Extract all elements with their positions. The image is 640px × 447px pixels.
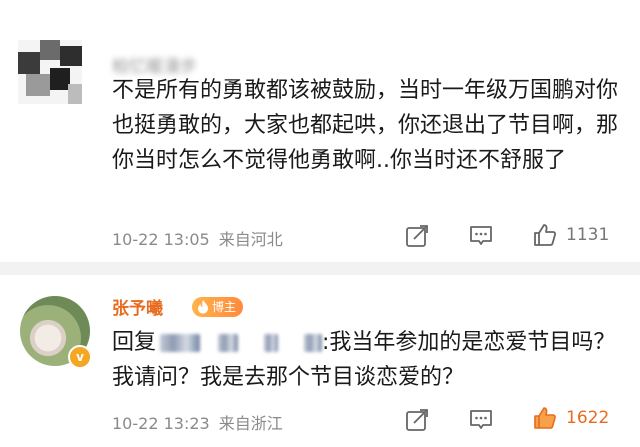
location: 来自河北 (218, 230, 283, 249)
badge-label: 博主 (212, 300, 237, 314)
timestamp: 10-22 13:05 (112, 230, 210, 249)
verified-v-icon: v (68, 345, 92, 369)
comment-icon (470, 410, 492, 429)
comment-item: 柏忆暖漫步 不是所有的勇敢都该被鼓励，当时一年级万国鹏对你也挺勇敢的，大家也都起… (0, 0, 640, 262)
flame-icon (198, 300, 208, 314)
redacted-username (304, 334, 323, 352)
like-button[interactable]: 1622 (532, 405, 609, 431)
comment-text: 回复:我当年参加的是恋爱节目吗？我请问？我是去那个节目谈恋爱的？ (112, 325, 622, 395)
divider (0, 262, 640, 275)
blogger-badge: 博主 (192, 297, 244, 317)
comment-meta: 10-22 13:05 来自河北 (112, 226, 283, 250)
comment-icon (470, 226, 492, 245)
like-count: 1131 (566, 225, 610, 245)
share-button[interactable] (404, 223, 430, 249)
location: 来自浙江 (218, 414, 283, 433)
avatar[interactable] (18, 40, 82, 104)
redacted-username (218, 334, 239, 352)
like-icon (534, 407, 556, 429)
redacted-username (160, 334, 201, 352)
share-icon (406, 409, 428, 431)
share-button[interactable] (404, 407, 430, 433)
username[interactable]: 张予曦 (112, 294, 163, 319)
like-count: 1622 (566, 408, 610, 428)
share-icon (406, 225, 428, 247)
comment-text: 不是所有的勇敢都该被鼓励，当时一年级万国鹏对你也挺勇敢的，大家也都起哄，你还退出… (112, 78, 619, 173)
comment-button[interactable] (468, 223, 494, 249)
like-button[interactable]: 1131 (532, 222, 609, 248)
comment-meta: 10-22 13:23 来自浙江 (112, 410, 283, 434)
like-icon (534, 224, 557, 246)
timestamp: 10-22 13:23 (112, 414, 210, 433)
redacted-username (264, 334, 279, 352)
reply-prefix: 回复 (112, 330, 157, 355)
comment-button[interactable] (468, 407, 494, 433)
